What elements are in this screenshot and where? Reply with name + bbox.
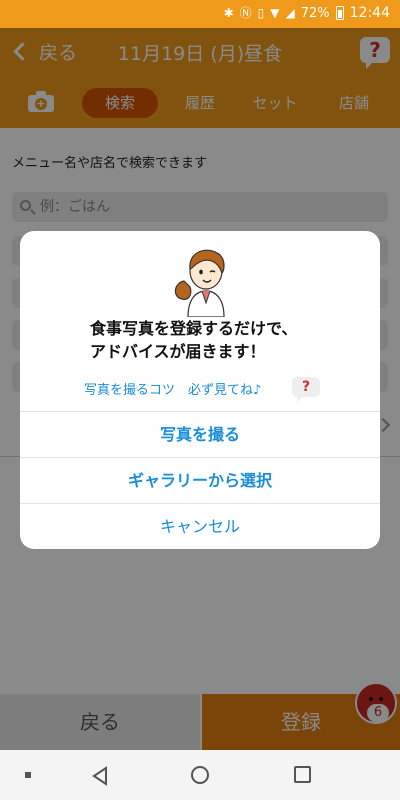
dialog-message-line1: 食事写真を登録するだけで、 [90, 319, 298, 338]
nfc-icon: Ⓝ [239, 6, 252, 20]
system-nav-bar [0, 750, 400, 800]
dialog-message: 食事写真を登録するだけで、 アドバイスが届きます！ [90, 317, 350, 363]
wifi-icon: ▼ [270, 6, 280, 20]
dialog-message-line2: アドバイスが届きます！ [90, 342, 266, 361]
help-icon: ? [292, 377, 320, 402]
status-bar: ✱ Ⓝ ▯ ▼ ◢ 72% 12:44 [0, 0, 400, 28]
signal-icon: ◢ [285, 6, 295, 20]
nav-menu-icon[interactable] [25, 772, 31, 778]
battery-icon [335, 6, 344, 20]
status-icons: ✱ Ⓝ ▯ ▼ ◢ 72% 12:44 [224, 5, 390, 21]
photo-dialog: 食事写真を登録するだけで、 アドバイスが届きます！ 写真を撮るコツ 必ず見てね♪… [20, 231, 380, 549]
nav-home-icon[interactable] [191, 766, 209, 784]
cancel-button[interactable]: キャンセル [20, 503, 380, 549]
bluetooth-icon: ✱ [223, 6, 234, 20]
battery-percent: 72% [300, 5, 330, 21]
take-photo-button[interactable]: 写真を撮る [20, 411, 380, 457]
photo-tips-link[interactable]: 写真を撮るコツ 必ず見てね♪ [84, 379, 261, 403]
clock: 12:44 [349, 5, 390, 21]
choose-from-gallery-button[interactable]: ギャラリーから選択 [20, 457, 380, 503]
tips-help-button[interactable]: ? [292, 377, 320, 402]
nav-back-icon[interactable] [90, 766, 110, 786]
nav-recents-icon[interactable] [294, 766, 311, 783]
advisor-avatar [174, 249, 225, 317]
vibrate-icon: ▯ [257, 6, 265, 20]
